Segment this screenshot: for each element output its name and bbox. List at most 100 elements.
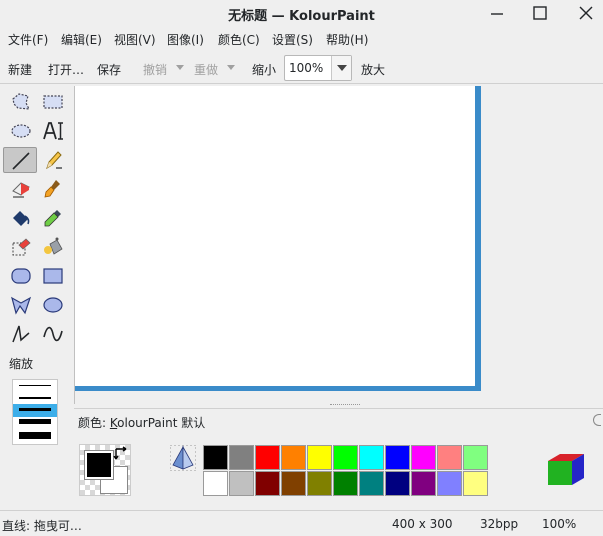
tool-pen[interactable] xyxy=(36,147,70,173)
ellipse-icon xyxy=(43,297,63,313)
dropper-icon xyxy=(44,210,61,227)
palette-swatch[interactable] xyxy=(463,445,488,470)
tool-line[interactable] xyxy=(3,147,37,173)
palette-swatch[interactable] xyxy=(385,471,410,496)
rect-select-icon xyxy=(43,95,63,109)
line-width-3[interactable] xyxy=(19,408,51,411)
palette-label-prefix: 颜色: xyxy=(78,416,110,430)
palette-swatch[interactable] xyxy=(203,445,228,470)
tool-polygon[interactable] xyxy=(4,292,38,318)
zoom-combobox[interactable]: 100% xyxy=(284,55,352,81)
palette-swatch[interactable] xyxy=(333,471,358,496)
palette-menu-icon[interactable] xyxy=(593,414,601,426)
tool-color-eraser[interactable] xyxy=(4,234,38,260)
palette-swatch[interactable] xyxy=(437,445,462,470)
tool-curve[interactable] xyxy=(36,321,70,347)
menu-file[interactable]: 文件(F) xyxy=(8,31,48,48)
canvas-frame xyxy=(75,86,481,391)
close-button[interactable] xyxy=(575,4,597,24)
polyline-icon xyxy=(12,325,30,343)
palette-swatch[interactable] xyxy=(203,471,228,496)
new-button[interactable]: 新建 xyxy=(8,61,32,78)
tool-ellipse[interactable] xyxy=(36,292,70,318)
menu-view[interactable]: 视图(V) xyxy=(114,31,156,48)
undo-button[interactable]: 撤销 xyxy=(143,61,167,78)
status-image-size: 400 x 300 xyxy=(392,517,453,531)
window-title: 无标题 — KolourPaint xyxy=(228,9,375,24)
tool-flood-fill[interactable] xyxy=(4,205,38,231)
color-cube-icon[interactable] xyxy=(546,449,588,491)
palette-swatch[interactable] xyxy=(255,471,280,496)
tool-free-form-selection[interactable] xyxy=(4,89,38,115)
redo-button[interactable]: 重做 xyxy=(194,61,218,78)
palette-swatch[interactable] xyxy=(463,471,488,496)
toolbox: 缩放 xyxy=(0,86,72,510)
tool-color-picker[interactable] xyxy=(36,205,70,231)
maximize-button[interactable] xyxy=(529,4,551,24)
swap-colors-icon[interactable] xyxy=(113,445,131,463)
palette-swatch[interactable] xyxy=(229,445,254,470)
palette-swatch[interactable] xyxy=(411,445,436,470)
lasso-icon xyxy=(12,93,31,110)
line-icon xyxy=(12,152,30,170)
open-button[interactable]: 打开… xyxy=(48,61,84,78)
palette-swatch[interactable] xyxy=(281,471,306,496)
drawing-canvas[interactable] xyxy=(75,86,475,386)
brush-icon xyxy=(44,180,60,198)
redo-dropdown-icon[interactable] xyxy=(227,65,235,70)
line-width-4[interactable] xyxy=(19,419,51,424)
menu-image[interactable]: 图像(I) xyxy=(167,31,204,48)
close-icon xyxy=(579,6,593,20)
save-button[interactable]: 保存 xyxy=(97,61,121,78)
palette-swatch[interactable] xyxy=(307,445,332,470)
tool-rounded-rectangle[interactable] xyxy=(4,263,38,289)
palette-swatch[interactable] xyxy=(229,471,254,496)
chevron-down-icon[interactable] xyxy=(331,56,351,80)
menu-colors[interactable]: 颜色(C) xyxy=(218,31,260,48)
tool-elliptical-selection[interactable] xyxy=(4,118,38,144)
color-similarity-icon[interactable] xyxy=(170,445,196,471)
color-eraser-icon xyxy=(12,238,31,256)
palette-swatch[interactable] xyxy=(437,471,462,496)
tool-brush[interactable] xyxy=(36,176,70,202)
maximize-icon xyxy=(533,6,547,20)
tool-rectangular-selection[interactable] xyxy=(36,89,70,115)
menu-bar: 文件(F) 编辑(E) 视图(V) 图像(I) 颜色(C) 设置(S) 帮助(H… xyxy=(0,28,603,50)
zoom-value[interactable]: 100% xyxy=(289,61,323,75)
palette-swatch[interactable] xyxy=(307,471,332,496)
canvas-scroll-area xyxy=(74,86,603,404)
line-width-1[interactable] xyxy=(19,385,51,386)
status-zoom: 100% xyxy=(542,517,577,531)
minimize-button[interactable] xyxy=(486,4,508,24)
palette-swatch[interactable] xyxy=(255,445,280,470)
ellipse-select-icon xyxy=(11,124,31,138)
foreground-background-selector[interactable] xyxy=(79,444,131,496)
menu-edit[interactable]: 编辑(E) xyxy=(61,31,102,48)
pencil-icon xyxy=(46,151,62,170)
bucket-icon xyxy=(13,211,30,226)
tool-spraycan[interactable] xyxy=(36,234,70,260)
palette-swatch[interactable] xyxy=(359,445,384,470)
palette-swatch[interactable] xyxy=(333,445,358,470)
line-width-selector[interactable] xyxy=(12,379,58,445)
foreground-color-swatch[interactable] xyxy=(84,450,114,480)
zoom-out-button[interactable]: 缩小 xyxy=(252,61,276,78)
menu-settings[interactable]: 设置(S) xyxy=(272,31,313,48)
tool-text[interactable] xyxy=(36,118,70,144)
palette-swatch[interactable] xyxy=(359,471,384,496)
palette-swatch[interactable] xyxy=(281,445,306,470)
status-color-depth: 32bpp xyxy=(480,517,519,531)
tool-connected-lines[interactable] xyxy=(4,321,38,347)
tool-eraser[interactable] xyxy=(4,176,38,202)
palette-swatch[interactable] xyxy=(411,471,436,496)
rounded-rect-icon xyxy=(11,268,31,284)
line-width-5[interactable] xyxy=(19,432,51,439)
undo-dropdown-icon[interactable] xyxy=(176,65,184,70)
zoom-in-button[interactable]: 放大 xyxy=(361,61,385,78)
palette-label-rest: olourPaint 默认 xyxy=(117,416,206,430)
color-palette xyxy=(203,445,489,497)
line-width-2[interactable] xyxy=(19,397,51,399)
tool-rectangle[interactable] xyxy=(36,263,70,289)
menu-help[interactable]: 帮助(H) xyxy=(326,31,368,48)
palette-swatch[interactable] xyxy=(385,445,410,470)
